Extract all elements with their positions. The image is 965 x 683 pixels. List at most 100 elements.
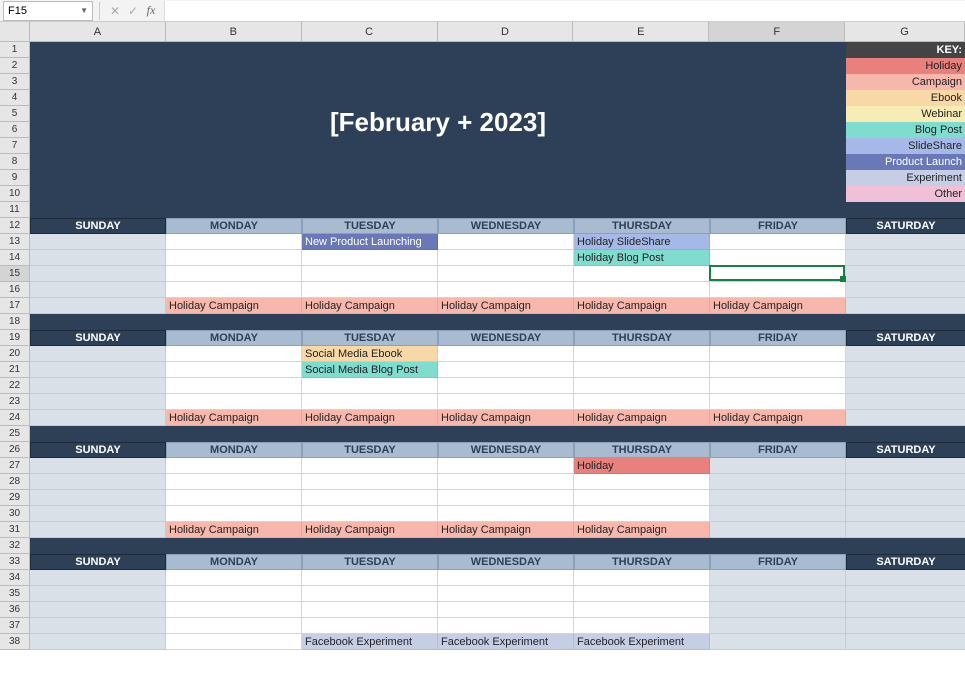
row-header-21[interactable]: 21 (0, 362, 30, 378)
entry-facebook-experiment[interactable]: Facebook Experiment (574, 634, 710, 650)
cell[interactable] (302, 570, 438, 586)
cell[interactable] (574, 378, 710, 394)
column-header-B[interactable]: B (166, 22, 302, 41)
weekend-cell[interactable] (846, 266, 965, 282)
cell[interactable] (710, 346, 846, 362)
entry-new-product-launching[interactable]: New Product Launching (302, 234, 438, 250)
weekend-cell[interactable] (30, 634, 166, 650)
entry-social-media-blog-post[interactable]: Social Media Blog Post (302, 362, 438, 378)
row-header-28[interactable]: 28 (0, 474, 30, 490)
cell[interactable] (166, 394, 302, 410)
weekend-cell[interactable] (846, 474, 965, 490)
column-header-F[interactable]: F (709, 22, 845, 41)
weekend-cell[interactable] (846, 234, 965, 250)
cell[interactable] (438, 378, 574, 394)
cell[interactable] (574, 506, 710, 522)
weekend-cell[interactable] (30, 298, 166, 314)
weekend-cell[interactable] (30, 458, 166, 474)
weekend-cell[interactable] (846, 506, 965, 522)
row-header-1[interactable]: 1 (0, 42, 30, 58)
cell[interactable] (302, 490, 438, 506)
row-header-11[interactable]: 11 (0, 202, 30, 218)
weekend-cell[interactable] (30, 250, 166, 266)
row-header-4[interactable]: 4 (0, 90, 30, 106)
entry-holiday-slideshare[interactable]: Holiday SlideShare (574, 234, 710, 250)
entry-holiday-blog-post[interactable]: Holiday Blog Post (574, 250, 710, 266)
row-header-7[interactable]: 7 (0, 138, 30, 154)
weekend-cell[interactable] (30, 346, 166, 362)
entry-facebook-experiment[interactable]: Facebook Experiment (302, 634, 438, 650)
row-header-34[interactable]: 34 (0, 570, 30, 586)
cell[interactable] (438, 250, 574, 266)
weekend-cell[interactable] (30, 490, 166, 506)
cell[interactable] (438, 394, 574, 410)
cancel-icon[interactable]: ✕ (106, 4, 124, 18)
weekend-cell[interactable] (846, 282, 965, 298)
cell[interactable] (438, 362, 574, 378)
entry-holiday-campaign[interactable]: Holiday Campaign (302, 522, 438, 538)
cell[interactable] (574, 602, 710, 618)
weekend-cell[interactable] (846, 410, 965, 426)
weekend-cell[interactable] (30, 586, 166, 602)
entry-holiday-campaign[interactable]: Holiday Campaign (166, 410, 302, 426)
weekend-cell[interactable] (846, 378, 965, 394)
weekend-cell[interactable] (846, 362, 965, 378)
column-header-D[interactable]: D (438, 22, 574, 41)
cell[interactable] (302, 394, 438, 410)
cell[interactable] (710, 234, 846, 250)
weekend-cell[interactable] (846, 458, 965, 474)
weekend-cell[interactable] (846, 522, 965, 538)
weekend-cell[interactable] (846, 602, 965, 618)
cell[interactable] (710, 362, 846, 378)
cell[interactable] (166, 378, 302, 394)
entry-holiday[interactable]: Holiday (574, 458, 710, 474)
column-header-E[interactable]: E (573, 22, 709, 41)
weekend-cell[interactable] (30, 394, 166, 410)
weekend-cell[interactable] (30, 474, 166, 490)
entry-holiday-campaign[interactable]: Holiday Campaign (438, 410, 574, 426)
row-header-31[interactable]: 31 (0, 522, 30, 538)
entry-facebook-experiment[interactable]: Facebook Experiment (438, 634, 574, 650)
confirm-icon[interactable]: ✓ (124, 4, 142, 18)
select-all-corner[interactable] (0, 22, 30, 41)
weekend-cell[interactable] (30, 234, 166, 250)
row-header-18[interactable]: 18 (0, 314, 30, 330)
weekend-cell[interactable] (710, 570, 846, 586)
cell[interactable] (438, 458, 574, 474)
cell[interactable] (574, 570, 710, 586)
weekend-cell[interactable] (710, 634, 846, 650)
row-header-27[interactable]: 27 (0, 458, 30, 474)
weekend-cell[interactable] (846, 634, 965, 650)
weekend-cell[interactable] (846, 346, 965, 362)
row-header-3[interactable]: 3 (0, 74, 30, 90)
cell[interactable] (166, 490, 302, 506)
cell[interactable] (166, 234, 302, 250)
row-header-6[interactable]: 6 (0, 122, 30, 138)
row-header-16[interactable]: 16 (0, 282, 30, 298)
cell[interactable] (166, 474, 302, 490)
weekend-cell[interactable] (846, 490, 965, 506)
weekend-cell[interactable] (30, 570, 166, 586)
row-header-5[interactable]: 5 (0, 106, 30, 122)
row-header-30[interactable]: 30 (0, 506, 30, 522)
entry-holiday-campaign[interactable]: Holiday Campaign (710, 410, 846, 426)
weekend-cell[interactable] (30, 522, 166, 538)
weekend-cell[interactable] (846, 394, 965, 410)
row-header-25[interactable]: 25 (0, 426, 30, 442)
cell[interactable] (438, 506, 574, 522)
name-box[interactable]: F15 ▼ (3, 1, 93, 21)
weekend-cell[interactable] (30, 618, 166, 634)
cell[interactable] (166, 250, 302, 266)
weekend-cell[interactable] (846, 250, 965, 266)
entry-holiday-campaign[interactable]: Holiday Campaign (574, 298, 710, 314)
row-header-33[interactable]: 33 (0, 554, 30, 570)
cell[interactable] (710, 394, 846, 410)
formula-input[interactable] (164, 1, 965, 21)
cell[interactable] (438, 618, 574, 634)
row-header-10[interactable]: 10 (0, 186, 30, 202)
row-header-29[interactable]: 29 (0, 490, 30, 506)
column-header-G[interactable]: G (845, 22, 965, 41)
weekend-cell[interactable] (30, 282, 166, 298)
weekend-cell[interactable] (30, 602, 166, 618)
row-header-17[interactable]: 17 (0, 298, 30, 314)
